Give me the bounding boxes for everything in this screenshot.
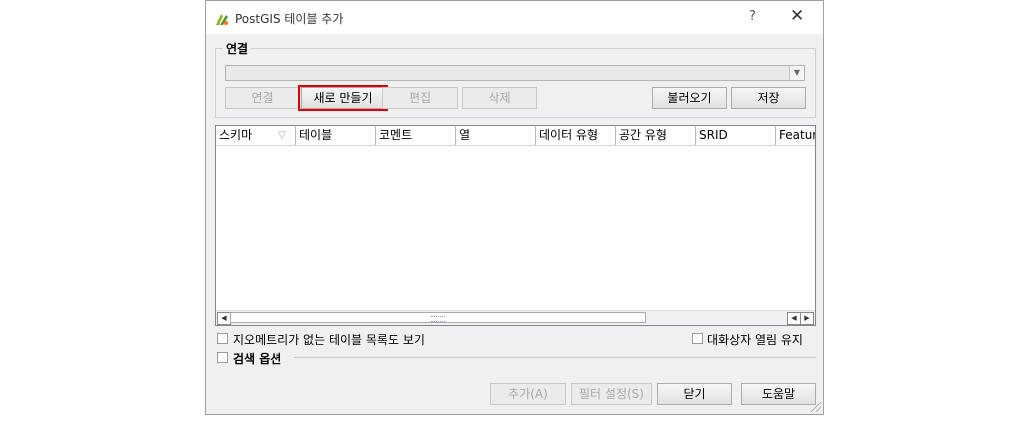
- help-icon[interactable]: ?: [749, 9, 756, 24]
- search-options-divider: [294, 357, 816, 358]
- scroll-right-icon[interactable]: ▶: [800, 312, 814, 325]
- column-header-table[interactable]: 테이블: [296, 126, 376, 145]
- column-header-srid[interactable]: SRID: [696, 126, 776, 145]
- keep-dialog-open-label: 대화상자 열림 유지: [707, 333, 803, 347]
- horizontal-scrollbar[interactable]: ◀ ◀ ▶: [216, 310, 815, 325]
- add-button[interactable]: 추가(A): [490, 383, 566, 405]
- column-header-spatial-type[interactable]: 공간 유형: [616, 126, 696, 145]
- close-button[interactable]: 닫기: [657, 383, 732, 405]
- column-header-column[interactable]: 열: [456, 126, 536, 145]
- qgis-logo-icon: [216, 14, 228, 25]
- keep-dialog-open-checkbox[interactable]: [692, 333, 703, 344]
- close-icon[interactable]: ✕: [790, 6, 804, 26]
- window-title: PostGIS 테이블 추가: [235, 12, 344, 26]
- title-bar: PostGIS 테이블 추가 ? ✕: [206, 1, 823, 34]
- tables-list[interactable]: 스키마 ▽ 테이블 코멘트 열 데이터 유형 공간 유형 SRID Featur…: [215, 125, 816, 326]
- chevron-down-icon[interactable]: ▼: [789, 66, 804, 80]
- highlight-box: [298, 85, 388, 111]
- connect-button[interactable]: 연결: [225, 87, 300, 109]
- show-no-geometry-label: 지오메트리가 없는 테이블 목록도 보기: [233, 333, 425, 347]
- remove-connection-button[interactable]: 삭제: [462, 87, 537, 109]
- search-options-label: 검색 옵션: [233, 352, 282, 366]
- column-header-data-type[interactable]: 데이터 유형: [536, 126, 616, 145]
- connection-combobox[interactable]: ▼: [225, 65, 805, 81]
- table-header: 스키마 ▽ 테이블 코멘트 열 데이터 유형 공간 유형 SRID Featur…: [216, 126, 815, 146]
- column-header-schema[interactable]: 스키마 ▽: [216, 126, 296, 145]
- edit-connection-button[interactable]: 편집: [382, 87, 458, 109]
- column-header-comment[interactable]: 코멘트: [376, 126, 456, 145]
- set-filter-button[interactable]: 필터 설정(S): [571, 383, 652, 405]
- column-header-label: 스키마: [219, 128, 253, 142]
- search-options-checkbox[interactable]: [217, 352, 228, 363]
- scroll-left-small-icon[interactable]: ◀: [787, 312, 801, 325]
- sort-indicator-icon: ▽: [278, 130, 286, 141]
- postgis-add-table-dialog: PostGIS 테이블 추가 ? ✕ 연결 ▼ 연결 새로 만들기 편집 삭제 …: [205, 0, 824, 415]
- help-button[interactable]: 도움말: [741, 383, 816, 405]
- grip-icon: [431, 316, 445, 322]
- scroll-left-icon[interactable]: ◀: [217, 312, 231, 325]
- load-connections-button[interactable]: 불러오기: [652, 87, 727, 109]
- show-no-geometry-checkbox[interactable]: [217, 333, 228, 344]
- connections-group-title: 연결: [223, 40, 252, 57]
- column-header-feature[interactable]: Feature: [776, 126, 815, 145]
- save-connections-button[interactable]: 저장: [731, 87, 806, 109]
- scrollbar-thumb[interactable]: [230, 312, 646, 323]
- resize-grip-icon[interactable]: [811, 402, 821, 412]
